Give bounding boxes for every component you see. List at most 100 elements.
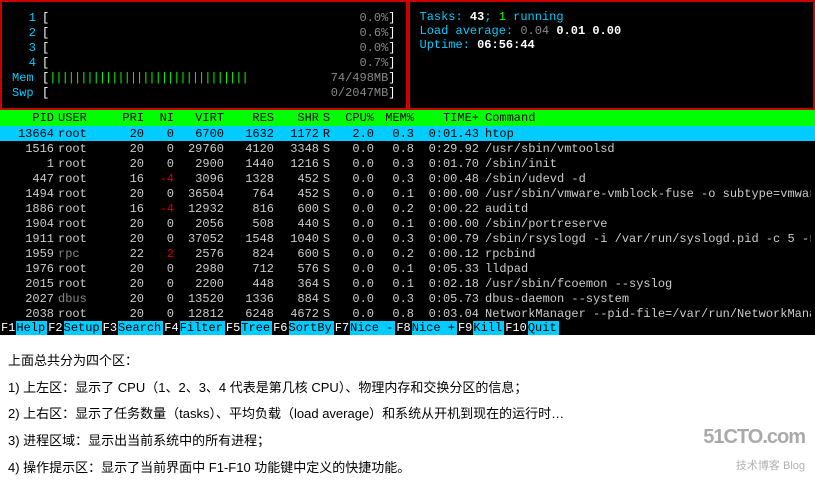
cell-state: S	[319, 187, 334, 201]
fkey-f10[interactable]: F10Quit	[504, 321, 558, 335]
cell-virt: 6700	[174, 127, 224, 141]
cell-pid: 1976	[4, 262, 54, 276]
cpu-meter-1: 1[0.0%]	[12, 10, 396, 25]
cell-shr: 440	[274, 217, 319, 231]
cell-shr: 884	[274, 292, 319, 306]
hdr-time[interactable]: TIME+	[414, 111, 479, 125]
cell-virt: 2980	[174, 262, 224, 276]
hdr-mem[interactable]: MEM%	[374, 111, 414, 125]
fkey-f5[interactable]: F5Tree	[225, 321, 272, 335]
process-row[interactable]: 447 root 16 -4 3096 1328 452 S 0.0 0.3 0…	[0, 171, 815, 186]
cell-shr: 600	[274, 202, 319, 216]
cell-pri: 20	[104, 142, 144, 156]
cell-cpu: 0.0	[334, 307, 374, 321]
uptime-line: Uptime: 06:56:44	[420, 38, 804, 52]
cpu-meter-3: 3[0.0%]	[12, 40, 396, 55]
cell-state: S	[319, 262, 334, 276]
process-row[interactable]: 13664 root 20 0 6700 1632 1172 R 2.0 0.3…	[0, 126, 815, 141]
cell-virt: 2900	[174, 157, 224, 171]
cell-shr: 3348	[274, 142, 319, 156]
swp-meter: Swp [ 0/2047MB ]	[12, 85, 396, 100]
hdr-s[interactable]: S	[319, 111, 334, 125]
fkey-f2[interactable]: F2Setup	[47, 321, 101, 335]
hdr-cmd[interactable]: Command	[479, 111, 811, 125]
process-row[interactable]: 2038 root 20 0 12812 6248 4672 S 0.0 0.8…	[0, 306, 815, 321]
fkey-f6[interactable]: F6SortBy	[272, 321, 334, 335]
cell-cmd: NetworkManager --pid-file=/var/run/Netwo…	[479, 307, 811, 321]
hdr-user[interactable]: USER	[54, 111, 104, 125]
cell-pid: 1886	[4, 202, 54, 216]
cell-pri: 20	[104, 277, 144, 291]
process-row[interactable]: 1 root 20 0 2900 1440 1216 S 0.0 0.3 0:0…	[0, 156, 815, 171]
process-row[interactable]: 1904 root 20 0 2056 508 440 S 0.0 0.1 0:…	[0, 216, 815, 231]
cell-cmd: /sbin/portreserve	[479, 217, 811, 231]
cell-res: 1336	[224, 292, 274, 306]
cell-user: root	[54, 127, 104, 141]
cell-ni: 0	[144, 262, 174, 276]
cell-ni: 0	[144, 217, 174, 231]
cell-cmd: rpcbind	[479, 247, 811, 261]
cell-mem: 0.3	[374, 232, 414, 246]
cell-pri: 16	[104, 202, 144, 216]
cell-shr: 452	[274, 172, 319, 186]
hdr-virt[interactable]: VIRT	[174, 111, 224, 125]
hdr-res[interactable]: RES	[224, 111, 274, 125]
process-row[interactable]: 1494 root 20 0 36504 764 452 S 0.0 0.1 0…	[0, 186, 815, 201]
process-row[interactable]: 2015 root 20 0 2200 448 364 S 0.0 0.1 0:…	[0, 276, 815, 291]
cell-shr: 4672	[274, 307, 319, 321]
hdr-shr[interactable]: SHR	[274, 111, 319, 125]
fkey-label: Tree	[241, 321, 272, 335]
cell-res: 1440	[224, 157, 274, 171]
cell-mem: 0.1	[374, 217, 414, 231]
watermark: 51CTO.com 技术博客 Blog	[703, 418, 805, 477]
fkey-label: Search	[118, 321, 163, 335]
process-row[interactable]: 1976 root 20 0 2980 712 576 S 0.0 0.1 0:…	[0, 261, 815, 276]
hdr-pri[interactable]: PRI	[104, 111, 144, 125]
note-item: 4) 操作提示区：显示了当前界面中 F1-F10 功能键中定义的快捷功能。	[8, 456, 807, 481]
cell-res: 712	[224, 262, 274, 276]
fkey-f9[interactable]: F9Kill	[457, 321, 504, 335]
hdr-cpu[interactable]: CPU%	[334, 111, 374, 125]
fkey-f4[interactable]: F4Filter	[163, 321, 225, 335]
cell-cmd: lldpad	[479, 262, 811, 276]
cell-virt: 2200	[174, 277, 224, 291]
cpu-meter-4: 4[0.7%]	[12, 55, 396, 70]
fkey-label: Quit	[528, 321, 559, 335]
cell-virt: 12812	[174, 307, 224, 321]
fkey-label: Setup	[64, 321, 102, 335]
cell-virt: 29760	[174, 142, 224, 156]
note-item: 2) 上右区：显示了任务数量（tasks）、平均负载（load average）…	[8, 402, 807, 427]
process-row[interactable]: 1911 root 20 0 37052 1548 1040 S 0.0 0.3…	[0, 231, 815, 246]
cell-res: 4120	[224, 142, 274, 156]
cell-res: 1328	[224, 172, 274, 186]
hdr-ni[interactable]: NI	[144, 111, 174, 125]
cell-pid: 2038	[4, 307, 54, 321]
cell-user: root	[54, 217, 104, 231]
swp-value: 0/2047MB	[298, 86, 388, 100]
hdr-pid[interactable]: PID	[4, 111, 54, 125]
cell-cmd: /sbin/udevd -d	[479, 172, 811, 186]
cell-user: dbus	[54, 292, 104, 306]
process-row[interactable]: 2027 dbus 20 0 13520 1336 884 S 0.0 0.3 …	[0, 291, 815, 306]
cell-cpu: 0.0	[334, 142, 374, 156]
cell-res: 6248	[224, 307, 274, 321]
cell-user: rpc	[54, 247, 104, 261]
cell-res: 1548	[224, 232, 274, 246]
cell-time: 0:00.00	[414, 187, 479, 201]
fkey-key: F5	[225, 321, 241, 335]
process-row[interactable]: 1516 root 20 0 29760 4120 3348 S 0.0 0.8…	[0, 141, 815, 156]
cell-time: 0:05.73	[414, 292, 479, 306]
process-list[interactable]: 13664 root 20 0 6700 1632 1172 R 2.0 0.3…	[0, 126, 815, 321]
fkey-f1[interactable]: F1Help	[0, 321, 47, 335]
fkey-f8[interactable]: F8Nice +	[395, 321, 457, 335]
process-header[interactable]: PID USER PRI NI VIRT RES SHR S CPU% MEM%…	[0, 110, 815, 126]
cell-ni: -4	[144, 172, 174, 186]
cell-virt: 3096	[174, 172, 224, 186]
process-row[interactable]: 1959 rpc 22 2 2576 824 600 S 0.0 0.2 0:0…	[0, 246, 815, 261]
fkey-f3[interactable]: F3Search	[102, 321, 164, 335]
cell-ni: 2	[144, 247, 174, 261]
cell-cpu: 0.0	[334, 172, 374, 186]
fkey-f7[interactable]: F7Nice -	[334, 321, 396, 335]
cell-cmd: auditd	[479, 202, 811, 216]
process-row[interactable]: 1886 root 16 -4 12932 816 600 S 0.0 0.2 …	[0, 201, 815, 216]
